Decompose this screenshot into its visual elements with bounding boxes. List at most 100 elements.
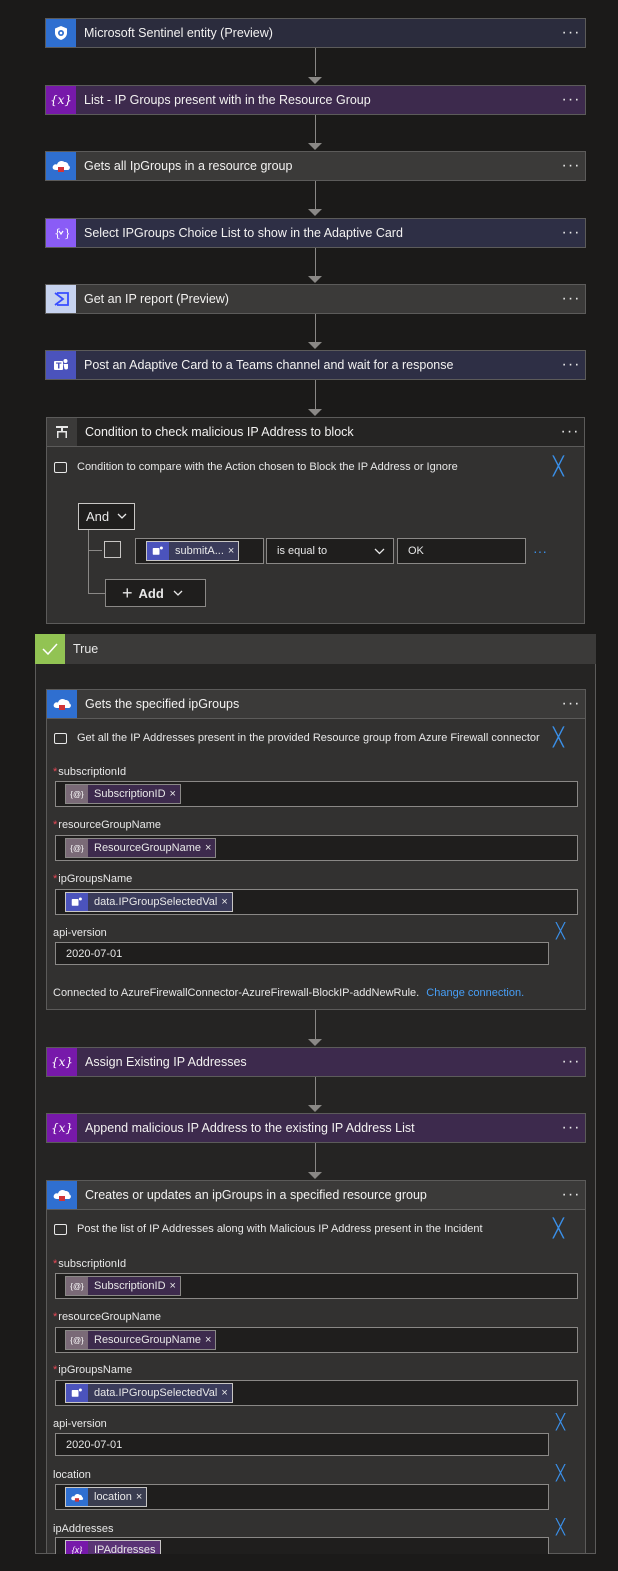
more-options-button[interactable]: ··· xyxy=(557,290,585,308)
dynamic-token[interactable]: {@} SubscriptionID × xyxy=(65,1276,181,1296)
more-options-button[interactable]: ··· xyxy=(556,423,584,441)
dynamic-token[interactable]: data.IPGroupSelectedVal × xyxy=(65,1383,233,1403)
more-options-button[interactable]: ··· xyxy=(557,157,585,175)
create-ipgroups-header[interactable]: Creates or updates an ipGroups in a spec… xyxy=(46,1180,586,1210)
variable-icon: {@} xyxy=(66,1277,88,1295)
step-sentinel-entity[interactable]: Microsoft Sentinel entity (Preview) ··· xyxy=(45,18,586,48)
connector-arrow xyxy=(315,181,316,209)
more-options-button[interactable]: ··· xyxy=(557,1186,585,1204)
step-get-ip-report[interactable]: Get an IP report (Preview) ··· xyxy=(45,284,586,314)
step-post-adaptive-card[interactable]: T Post an Adaptive Card to a Teams chann… xyxy=(45,350,586,380)
canvas-bottom xyxy=(0,1554,618,1571)
resource-group-field[interactable]: {@} ResourceGroupName × xyxy=(55,835,578,861)
step-select-choice-list[interactable]: {} Select IPGroups Choice List to show i… xyxy=(45,218,586,248)
dynamic-token[interactable]: {@} SubscriptionID × xyxy=(65,784,181,804)
token-label: ResourceGroupName xyxy=(94,1334,201,1346)
step-get-all-ipgroups[interactable]: Gets all IpGroups in a resource group ··… xyxy=(45,151,586,181)
connector-arrow xyxy=(315,314,316,342)
tree-line xyxy=(88,550,102,551)
ip-addresses-field[interactable]: {x} IPAddresses xyxy=(55,1537,549,1554)
dynamic-token[interactable]: {@} ResourceGroupName × xyxy=(65,838,217,858)
teams-icon xyxy=(66,1384,88,1402)
azure-cloud-icon xyxy=(66,1488,88,1506)
row-more-button[interactable]: ··· xyxy=(533,543,547,559)
true-branch-header[interactable]: True xyxy=(35,634,596,664)
close-comment-button[interactable]: ╳ xyxy=(553,1218,564,1239)
dynamic-token[interactable]: {x} IPAddresses xyxy=(65,1540,161,1554)
remove-parameter-button[interactable]: ╳ xyxy=(556,1413,565,1431)
dynamic-token[interactable]: submitA... × xyxy=(146,541,240,561)
api-version-value: 2020-07-01 xyxy=(66,1439,123,1451)
chevron-down-icon xyxy=(374,548,385,555)
token-label: data.IPGroupSelectedVal xyxy=(94,896,218,908)
more-options-button[interactable]: ··· xyxy=(557,356,585,374)
api-version-field[interactable]: 2020-07-01 xyxy=(55,942,549,965)
more-options-button[interactable]: ··· xyxy=(557,695,585,713)
remove-token-icon[interactable]: × xyxy=(170,1280,176,1292)
logic-dropdown[interactable]: And xyxy=(78,503,135,530)
resource-group-field[interactable]: {@} ResourceGroupName × xyxy=(55,1327,578,1353)
remove-token-icon[interactable]: × xyxy=(205,1334,211,1346)
card-title: Gets the specified ipGroups xyxy=(85,697,240,711)
arrow-head xyxy=(308,143,322,150)
location-field[interactable]: location × xyxy=(55,1484,549,1510)
more-options-button[interactable]: ··· xyxy=(557,224,585,242)
subscription-id-field[interactable]: {@} SubscriptionID × xyxy=(55,1273,578,1299)
dynamic-token[interactable]: location × xyxy=(65,1487,148,1507)
field-label: *resourceGroupName xyxy=(53,819,161,831)
remove-parameter-button[interactable]: ╳ xyxy=(556,922,565,940)
field-label: *subscriptionId xyxy=(53,766,127,778)
row-checkbox[interactable] xyxy=(104,541,121,558)
more-options-button[interactable]: ··· xyxy=(557,1119,585,1137)
teams-icon xyxy=(147,542,169,560)
remove-token-icon[interactable]: × xyxy=(221,1387,227,1399)
add-button[interactable]: + Add xyxy=(105,579,206,607)
arrow-head xyxy=(308,1172,322,1179)
remove-parameter-button[interactable]: ╳ xyxy=(556,1464,565,1482)
remove-token-icon[interactable]: × xyxy=(170,788,176,800)
more-options-button[interactable]: ··· xyxy=(557,1053,585,1071)
field-label: *resourceGroupName xyxy=(53,1311,161,1323)
close-comment-button[interactable]: ╳ xyxy=(553,456,564,477)
comment-icon xyxy=(54,733,67,744)
condition-header[interactable]: Condition to check malicious IP Address … xyxy=(46,417,585,447)
subscription-id-field[interactable]: {@} SubscriptionID × xyxy=(55,781,578,807)
step-list-ip-groups[interactable]: {x} List - IP Groups present with in the… xyxy=(45,85,586,115)
remove-token-icon[interactable]: × xyxy=(136,1491,142,1503)
chevron-down-icon xyxy=(117,513,127,519)
step-assign-existing[interactable]: {x} Assign Existing IP Addresses ··· xyxy=(46,1047,586,1077)
arrow-head xyxy=(308,276,322,283)
variable-icon: {@} xyxy=(66,785,88,803)
plus-icon: + xyxy=(122,582,133,603)
dynamic-token[interactable]: data.IPGroupSelectedVal × xyxy=(65,892,233,912)
arrow-head xyxy=(308,77,322,84)
token-label: SubscriptionID xyxy=(94,1280,166,1292)
remove-token-icon[interactable]: × xyxy=(221,896,227,908)
operator-dropdown[interactable]: is equal to xyxy=(266,538,394,564)
condition-value-field[interactable]: OK xyxy=(397,538,526,564)
more-options-button[interactable]: ··· xyxy=(557,24,585,42)
change-connection-link[interactable]: Change connection. xyxy=(426,987,524,999)
remove-parameter-button[interactable]: ╳ xyxy=(556,1518,565,1536)
api-version-field[interactable]: 2020-07-01 xyxy=(55,1433,549,1456)
remove-token-icon[interactable]: × xyxy=(205,842,211,854)
token-label: ResourceGroupName xyxy=(94,842,201,854)
more-options-button[interactable]: ··· xyxy=(557,91,585,109)
condition-left-field[interactable]: submitA... × xyxy=(135,538,264,564)
sentinel-shield-icon xyxy=(46,19,76,47)
ipgroups-name-field[interactable]: data.IPGroupSelectedVal × xyxy=(55,1380,578,1406)
connector-arrow xyxy=(315,1077,316,1105)
get-ipgroups-header[interactable]: Gets the specified ipGroups ··· xyxy=(46,689,586,719)
close-comment-button[interactable]: ╳ xyxy=(553,727,564,748)
azure-cloud-icon xyxy=(47,690,77,718)
chevron-down-icon xyxy=(173,590,183,596)
comment-icon xyxy=(54,462,67,473)
select-icon: {} xyxy=(46,219,76,247)
step-append-ip[interactable]: {x} Append malicious IP Address to the e… xyxy=(46,1113,586,1143)
dynamic-token[interactable]: {@} ResourceGroupName × xyxy=(65,1330,217,1350)
operator-value: is equal to xyxy=(277,545,328,557)
variable-icon: {x} xyxy=(46,86,76,114)
card-title: Creates or updates an ipGroups in a spec… xyxy=(85,1188,427,1202)
remove-token-icon[interactable]: × xyxy=(228,545,234,557)
ipgroups-name-field[interactable]: data.IPGroupSelectedVal × xyxy=(55,889,578,915)
